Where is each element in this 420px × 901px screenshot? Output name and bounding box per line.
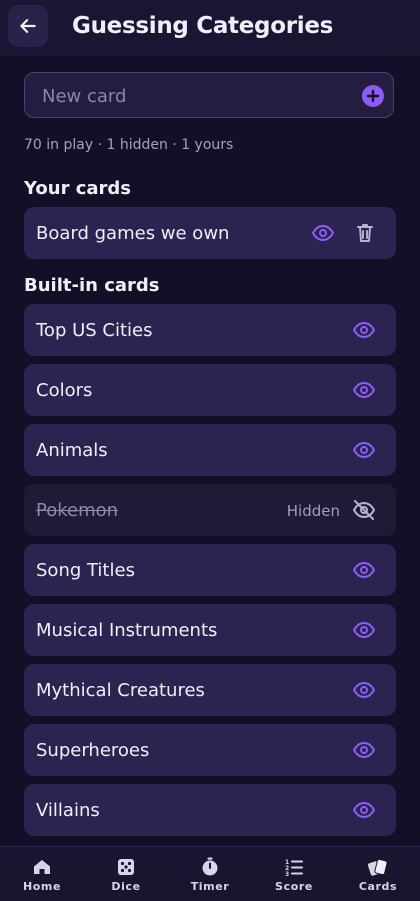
nav-label: Cards <box>358 880 398 893</box>
back-button[interactable] <box>8 5 48 47</box>
card-row-song-titles: Song Titles <box>24 544 396 596</box>
card-row-board-games: Board games we own <box>24 207 396 259</box>
new-card-input[interactable] <box>40 73 354 119</box>
eye-off-icon <box>352 500 376 520</box>
card-label: Pokemon <box>36 500 119 521</box>
card-label: Musical Instruments <box>36 620 218 641</box>
card-row-animals: Animals <box>24 424 396 476</box>
toggle-visibility-button[interactable] <box>351 497 377 523</box>
bottom-nav: Home Dice Timer 1 2 3 Score Cards <box>0 846 420 901</box>
card-row-superheroes: Superheroes <box>24 724 396 776</box>
card-stats: 70 in play · 1 hidden · 1 yours <box>24 137 234 153</box>
arrow-left-icon <box>20 19 36 33</box>
toggle-visibility-button[interactable] <box>351 797 377 823</box>
toggle-visibility-button[interactable] <box>351 677 377 703</box>
card-label: Animals <box>36 440 108 461</box>
eye-icon <box>352 621 376 639</box>
home-icon <box>31 856 53 878</box>
card-row-musical-instruments: Musical Instruments <box>24 604 396 656</box>
toggle-visibility-button[interactable] <box>351 437 377 463</box>
nav-label: Home <box>22 880 62 893</box>
page-title: Guessing Categories <box>72 13 334 39</box>
cards-icon <box>367 856 389 878</box>
nav-item-score[interactable]: 1 2 3 Score <box>252 847 336 901</box>
toggle-visibility-button[interactable] <box>351 377 377 403</box>
delete-card-button[interactable] <box>352 220 378 246</box>
toggle-visibility-button[interactable] <box>351 617 377 643</box>
card-label: Villains <box>36 800 100 821</box>
hidden-badge: Hidden <box>286 502 340 520</box>
nav-item-timer[interactable]: Timer <box>168 847 252 901</box>
eye-icon <box>352 681 376 699</box>
trash-icon <box>357 224 373 242</box>
card-row-top-us-cities: Top US Cities <box>24 304 396 356</box>
dice-icon <box>115 856 137 878</box>
nav-label: Dice <box>111 880 141 893</box>
section-title-your-cards: Your cards <box>24 178 131 199</box>
nav-item-home[interactable]: Home <box>0 847 84 901</box>
nav-label: Score <box>275 880 313 893</box>
card-row-villains: Villains <box>24 784 396 836</box>
card-row-mythical-creatures: Mythical Creatures <box>24 664 396 716</box>
app-header: Guessing Categories <box>0 0 420 56</box>
eye-icon <box>352 381 376 399</box>
eye-icon <box>352 441 376 459</box>
eye-icon <box>311 224 335 242</box>
card-label: Song Titles <box>36 560 135 581</box>
toggle-visibility-button[interactable] <box>351 737 377 763</box>
toggle-visibility-button[interactable] <box>351 317 377 343</box>
nav-item-dice[interactable]: Dice <box>84 847 168 901</box>
eye-icon <box>352 801 376 819</box>
section-title-built-in-cards: Built-in cards <box>24 275 160 296</box>
add-card-button[interactable] <box>362 85 384 107</box>
card-label: Mythical Creatures <box>36 680 205 701</box>
new-card-field <box>24 72 394 119</box>
svg-text:3: 3 <box>285 871 289 877</box>
toggle-visibility-button[interactable] <box>351 557 377 583</box>
nav-label: Timer <box>190 880 230 893</box>
eye-icon <box>352 741 376 759</box>
card-label: Colors <box>36 380 93 401</box>
card-label: Board games we own <box>36 223 230 244</box>
stopwatch-icon <box>199 856 221 878</box>
card-label: Superheroes <box>36 740 150 761</box>
card-row-colors: Colors <box>24 364 396 416</box>
nav-item-cards[interactable]: Cards <box>336 847 420 901</box>
plus-circle-icon <box>366 89 380 103</box>
eye-icon <box>352 561 376 579</box>
toggle-visibility-button[interactable] <box>310 220 336 246</box>
list-numbered-icon: 1 2 3 <box>283 856 305 878</box>
card-row-pokemon: Pokemon Hidden <box>24 484 396 536</box>
card-label: Top US Cities <box>36 320 153 341</box>
eye-icon <box>352 321 376 339</box>
